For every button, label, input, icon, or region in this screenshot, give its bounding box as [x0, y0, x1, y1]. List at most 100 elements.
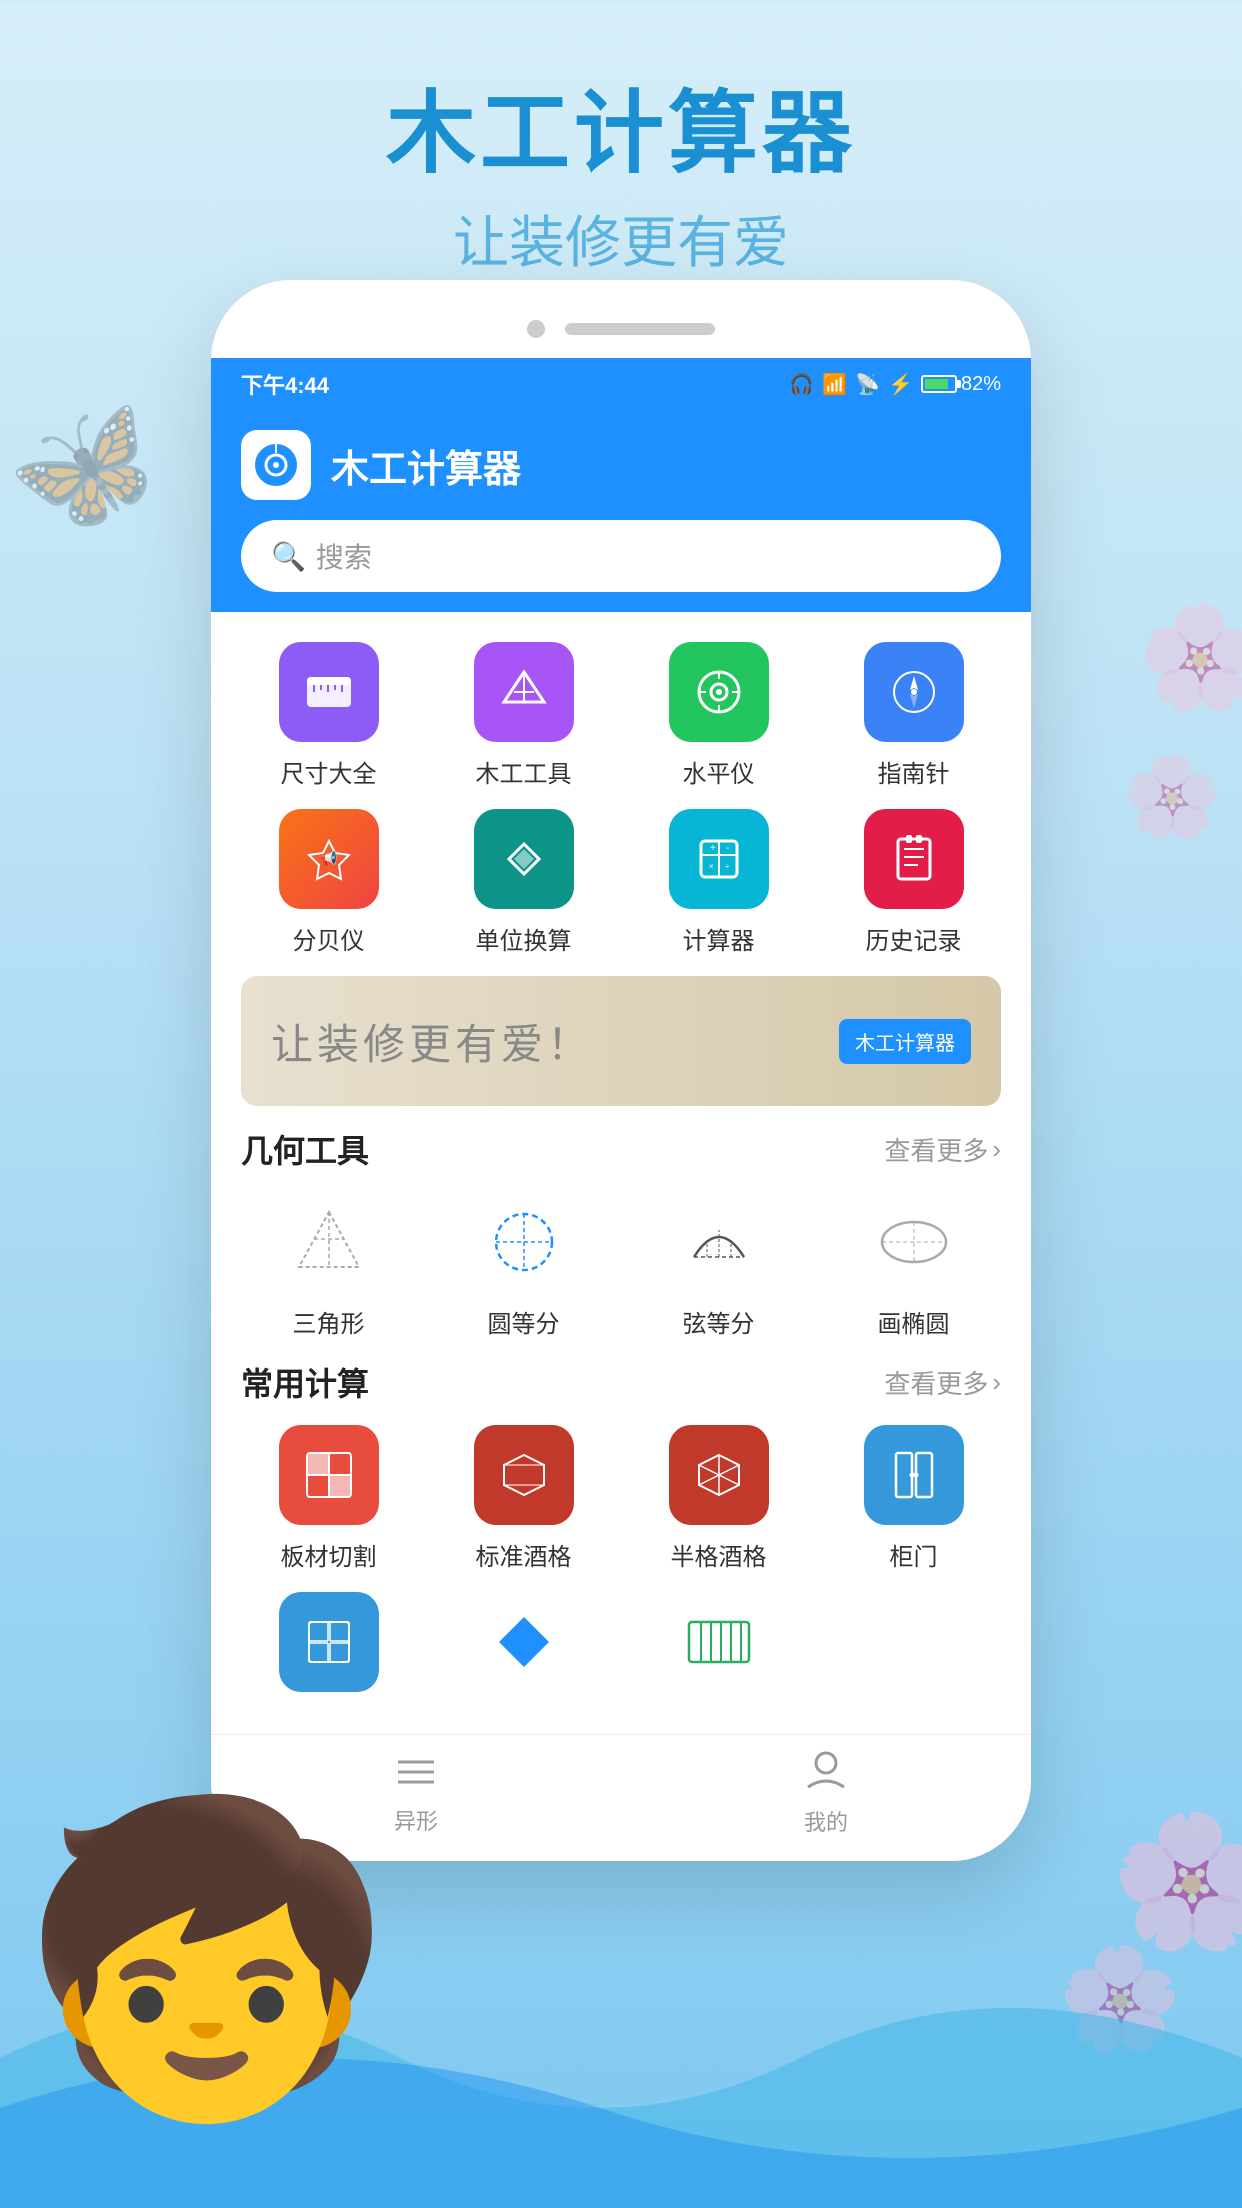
- circle-div-label: 圆等分: [488, 1304, 560, 1339]
- circle-div-icon: [474, 1192, 574, 1292]
- geo-item-ellipse[interactable]: 画椭圆: [826, 1192, 1001, 1339]
- tool-item-chicundaquan[interactable]: 尺寸大全: [241, 642, 416, 789]
- calc-tools-grid-row2: [241, 1592, 1001, 1704]
- special1-icon: [279, 1592, 379, 1692]
- svg-text:×: ×: [709, 862, 714, 871]
- calc-item-cabinet-door[interactable]: 柜门: [826, 1425, 1001, 1572]
- geo-item-circle-div[interactable]: 圆等分: [436, 1192, 611, 1339]
- svg-text:-: -: [726, 843, 729, 854]
- flower-decoration-right: 🌸: [1137, 600, 1242, 717]
- fenbeyi-icon: 📢: [279, 809, 379, 909]
- std-grid-label: 标准酒格: [476, 1537, 572, 1572]
- calc-section-title: 常用计算: [241, 1359, 369, 1405]
- tool-item-jisuanqi[interactable]: + - × ÷ 计算器: [631, 809, 806, 956]
- sub-title: 让装修更有爱: [0, 198, 1242, 279]
- bolt-icon: ⚡: [888, 372, 913, 397]
- calc-item-fence[interactable]: [631, 1592, 806, 1704]
- tools-grid-row2: 📢 分贝仪 单位换算: [241, 809, 1001, 956]
- tool-item-zhinanzhen[interactable]: 指南针: [826, 642, 1001, 789]
- ellipse-icon: [864, 1192, 964, 1292]
- search-area: 🔍 搜索: [211, 520, 1031, 612]
- jisuanqi-icon: + - × ÷: [669, 809, 769, 909]
- svg-text:📢: 📢: [320, 850, 337, 867]
- phone-notch: [211, 310, 1031, 358]
- app-name-label: 木工计算器: [331, 438, 521, 493]
- svg-text:÷: ÷: [725, 862, 730, 871]
- calc-section-header: 常用计算 查看更多 ›: [241, 1359, 1001, 1405]
- half-grid-icon: [669, 1425, 769, 1525]
- calc-item-std-grid[interactable]: 标准酒格: [436, 1425, 611, 1572]
- phone-mockup: 下午4:44 🎧 📶 📡 ⚡ 82%: [211, 280, 1031, 1861]
- search-placeholder: 搜索: [316, 536, 372, 576]
- zhinanzhen-icon: [864, 642, 964, 742]
- mugonggongju-label: 木工工具: [476, 754, 572, 789]
- banner: 让装修更有爱！ 木工计算器: [241, 976, 1001, 1106]
- main-content: 尺寸大全 木工工具: [211, 612, 1031, 1734]
- phone-camera: [527, 320, 545, 338]
- cabinet-door-label: 柜门: [890, 1537, 938, 1572]
- tool-item-mugonggongju[interactable]: 木工工具: [436, 642, 611, 789]
- cabinet-door-icon: [864, 1425, 964, 1525]
- diamond-icon: [474, 1592, 574, 1692]
- calc-item-half-grid[interactable]: 半格酒格: [631, 1425, 806, 1572]
- calc-section-more[interactable]: 查看更多 ›: [884, 1364, 1001, 1401]
- zhinanzhen-label: 指南针: [878, 754, 950, 789]
- fence-icon: [669, 1592, 769, 1692]
- lishijilu-icon: [864, 809, 964, 909]
- tool-item-fenbeyi[interactable]: 📢 分贝仪: [241, 809, 416, 956]
- yixing-icon: [396, 1753, 436, 1798]
- search-bar[interactable]: 🔍 搜索: [241, 520, 1001, 592]
- cartoon-boy: 🧒: [20, 1808, 394, 2108]
- tool-item-lishijilu[interactable]: 历史记录: [826, 809, 1001, 956]
- geo-tools-grid: 三角形 圆等分: [241, 1192, 1001, 1339]
- chicundaquan-label: 尺寸大全: [281, 754, 377, 789]
- std-grid-icon: [474, 1425, 574, 1525]
- calc-item-empty: [826, 1592, 1001, 1704]
- butterfly-decoration: 🦋: [0, 379, 179, 562]
- tab-mine[interactable]: 我的: [804, 1751, 848, 1837]
- tool-item-shuipingyi[interactable]: 水平仪: [631, 642, 806, 789]
- yixing-label: 异形: [394, 1804, 438, 1836]
- mine-label: 我的: [804, 1805, 848, 1837]
- calc-item-board-cut[interactable]: 板材切割: [241, 1425, 416, 1572]
- tab-yixing[interactable]: 异形: [394, 1753, 438, 1836]
- tools-grid-row1: 尺寸大全 木工工具: [241, 642, 1001, 789]
- calc-tools-grid-row1: 板材切割 标准酒格: [241, 1425, 1001, 1572]
- chicundaquan-icon: [279, 642, 379, 742]
- flower-decoration-right2: 🌸: [1122, 750, 1222, 844]
- board-cut-icon: [279, 1425, 379, 1525]
- svg-text:+: +: [710, 843, 716, 854]
- jisuanqi-label: 计算器: [683, 921, 755, 956]
- main-title: 木工计算器: [0, 80, 1242, 188]
- calc-item-diamond[interactable]: [436, 1592, 611, 1704]
- wifi-icon: 📶: [822, 372, 847, 397]
- fenbeyi-label: 分贝仪: [293, 921, 365, 956]
- geo-item-triangle[interactable]: 三角形: [241, 1192, 416, 1339]
- status-icons: 🎧 📶 📡 ⚡ 82%: [789, 372, 1001, 397]
- geo-item-chord-div[interactable]: 弦等分: [631, 1192, 806, 1339]
- chevron-right-icon: ›: [992, 1134, 1001, 1165]
- phone-speaker: [565, 323, 715, 335]
- danweihuan-label: 单位换算: [476, 921, 572, 956]
- half-grid-label: 半格酒格: [671, 1537, 767, 1572]
- app-header: 木工计算器: [211, 410, 1031, 520]
- ellipse-label: 画椭圆: [878, 1304, 950, 1339]
- chord-div-label: 弦等分: [683, 1304, 755, 1339]
- chord-div-icon: [669, 1192, 769, 1292]
- mine-icon: [806, 1751, 846, 1799]
- tool-item-danweihuan[interactable]: 单位换算: [436, 809, 611, 956]
- banner-text: 让装修更有爱！: [271, 1011, 593, 1072]
- battery-indicator: 82%: [921, 373, 1001, 396]
- search-icon: 🔍: [271, 540, 306, 573]
- geo-section-more[interactable]: 查看更多 ›: [884, 1131, 1001, 1168]
- triangle-label: 三角形: [293, 1304, 365, 1339]
- status-time: 下午4:44: [241, 368, 329, 400]
- banner-badge: 木工计算器: [839, 1019, 971, 1064]
- triangle-icon: [279, 1192, 379, 1292]
- headphone-icon: 🎧: [789, 372, 814, 397]
- calc-item-special1[interactable]: [241, 1592, 416, 1704]
- mugonggongju-icon: [474, 642, 574, 742]
- board-cut-label: 板材切割: [281, 1537, 377, 1572]
- geo-section-title: 几何工具: [241, 1126, 369, 1172]
- geo-section-header: 几何工具 查看更多 ›: [241, 1126, 1001, 1172]
